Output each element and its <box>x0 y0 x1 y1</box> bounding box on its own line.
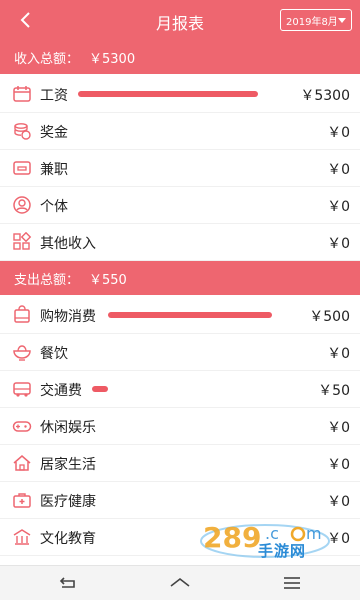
row-label: 文化教育 <box>40 531 96 547</box>
row-label: 工资 <box>40 88 68 104</box>
row-label: 餐饮 <box>40 346 68 362</box>
shopping-bag-icon <box>12 305 32 325</box>
expense-total-label: 支出总额： <box>14 272 80 288</box>
menu-icon <box>284 577 300 589</box>
share-bar <box>108 312 272 318</box>
month-select-value: 2019年8月 <box>286 16 338 28</box>
calendar-icon <box>12 84 32 104</box>
row-label: 休闲娱乐 <box>40 420 96 436</box>
expense-row-shopping[interactable]: 购物消费 ￥500 <box>0 297 360 334</box>
back-nav-button[interactable] <box>56 573 80 593</box>
bowl-icon <box>12 342 32 362</box>
row-label: 兼职 <box>40 162 68 178</box>
income-row-individual[interactable]: 个体 ￥0 <box>0 187 360 224</box>
bus-icon <box>12 379 32 399</box>
expense-row-transport[interactable]: 交通费 ￥50 <box>0 371 360 408</box>
expense-row-leisure[interactable]: 休闲娱乐 ￥0 <box>0 408 360 445</box>
gamepad-icon <box>12 416 32 436</box>
top-bar: 月报表 2019年8月 <box>0 0 360 40</box>
watermark-subtext: 手游网 <box>258 542 307 560</box>
row-label: 医疗健康 <box>40 494 96 510</box>
income-row-bonus[interactable]: 奖金 ￥0 <box>0 113 360 150</box>
home-icon <box>170 577 190 587</box>
row-value: ￥0 <box>327 420 350 436</box>
row-value: ￥0 <box>327 346 350 362</box>
person-icon <box>12 195 32 215</box>
return-icon <box>59 577 75 588</box>
row-value: ￥0 <box>327 236 350 252</box>
share-bar <box>78 91 258 97</box>
row-value: ￥0 <box>327 457 350 473</box>
row-value: ￥50 <box>318 383 350 399</box>
expense-row-dining[interactable]: 餐饮 ￥0 <box>0 334 360 371</box>
expense-row-home[interactable]: 居家生活 ￥0 <box>0 445 360 482</box>
expense-total-amount: ￥550 <box>89 272 127 288</box>
expense-total-header: 支出总额： ￥550 <box>0 261 360 295</box>
income-row-other[interactable]: 其他收入 ￥0 <box>0 224 360 261</box>
income-row-salary[interactable]: 工资 ￥5300 <box>0 76 360 113</box>
share-bar <box>92 386 109 392</box>
row-label: 购物消费 <box>40 309 96 325</box>
row-label: 个体 <box>40 199 68 215</box>
row-value: ￥0 <box>327 494 350 510</box>
wallet-icon <box>12 158 32 178</box>
row-value: ￥500 <box>309 309 350 325</box>
home-nav-button[interactable] <box>168 573 192 593</box>
svg-text:289: 289 <box>203 521 261 554</box>
svg-text:m: m <box>306 524 322 543</box>
row-label: 交通费 <box>40 383 82 399</box>
row-label: 奖金 <box>40 125 68 141</box>
caret-down-icon <box>338 18 346 23</box>
income-total-label: 收入总额： <box>14 51 80 67</box>
school-icon <box>12 527 32 547</box>
income-row-parttime[interactable]: 兼职 ￥0 <box>0 150 360 187</box>
system-nav-bar <box>0 565 360 600</box>
month-select[interactable]: 2019年8月 <box>280 9 352 31</box>
income-total-amount: ￥5300 <box>89 51 136 67</box>
row-label: 其他收入 <box>40 236 96 252</box>
income-total-header: 收入总额： ￥5300 <box>0 40 360 74</box>
menu-nav-button[interactable] <box>280 573 304 593</box>
row-value: ￥0 <box>327 199 350 215</box>
medical-kit-icon <box>12 490 32 510</box>
house-icon <box>12 453 32 473</box>
row-value: ￥5300 <box>300 88 350 104</box>
grid-icon <box>12 231 32 252</box>
expense-row-medical[interactable]: 医疗健康 ￥0 <box>0 482 360 519</box>
row-value: ￥0 <box>327 162 350 178</box>
row-value: ￥0 <box>327 125 350 141</box>
row-label: 居家生活 <box>40 457 96 473</box>
coins-icon <box>12 121 32 141</box>
